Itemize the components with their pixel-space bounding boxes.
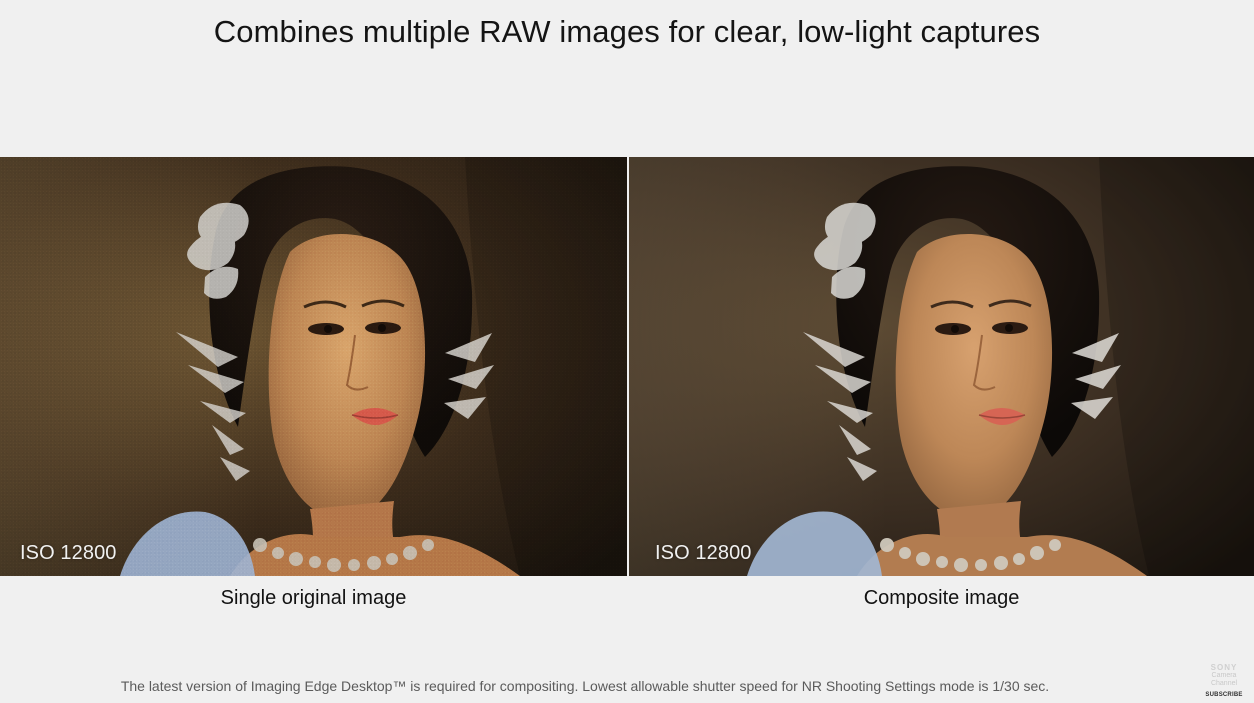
compositing-footnote: The latest version of Imaging Edge Deskt… (120, 678, 1050, 694)
watermark-line-2: Channel (1210, 680, 1238, 687)
iso-label-right: ISO 12800 (655, 542, 752, 564)
watermark-line-1: Camera (1211, 672, 1237, 679)
watermark-brand: SONY (1210, 663, 1238, 672)
channel-watermark[interactable]: SONY Camera Channel SUBSCRIBE (1202, 664, 1246, 699)
composite-photo (629, 157, 1254, 576)
single-original-image-caption: Single original image (220, 587, 407, 609)
single-original-image-panel: ISO 12800 (0, 157, 627, 576)
page-title: Combines multiple RAW images for clear, … (213, 14, 1041, 49)
composite-image-caption: Composite image (863, 587, 1020, 609)
single-original-photo (0, 157, 627, 576)
composite-image-panel: ISO 12800 (629, 157, 1254, 576)
iso-label-left: ISO 12800 (20, 542, 117, 564)
subscribe-label: SUBSCRIBE (1205, 692, 1243, 698)
comparison-row: ISO 12800 ISO 12800 (0, 157, 1254, 576)
